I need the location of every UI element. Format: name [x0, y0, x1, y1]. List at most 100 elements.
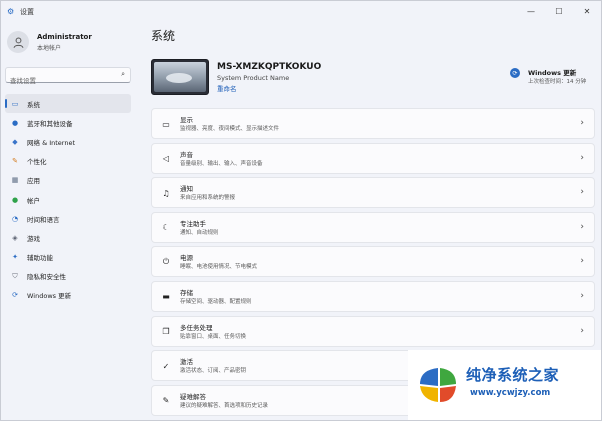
gamepad-icon: ◈ — [12, 233, 18, 242]
card-subtitle: 建议的疑难解答、首选项和历史记录 — [180, 402, 269, 409]
card-title: 通知 — [180, 185, 193, 194]
sidebar-item-label: 蓝牙和其他设备 — [27, 119, 73, 128]
windows-update-icon[interactable]: ⟳ — [510, 68, 520, 78]
network-icon: ◆ — [12, 137, 18, 146]
account-icon: ● — [11, 195, 19, 204]
sidebar-item-bluetooth[interactable]: ● 蓝牙和其他设备 — [5, 113, 131, 132]
title-bar: ⚙ 设置 — ☐ ✕ — [1, 1, 601, 23]
apps-icon: ▦ — [11, 176, 19, 185]
sidebar-item-label: 帐户 — [27, 196, 40, 205]
shield-icon: ⛉ — [12, 271, 18, 280]
card-notifications[interactable]: ♫ 通知 来自应用和系统的警报 › — [151, 177, 595, 209]
sidebar-item-label: 个性化 — [27, 158, 47, 167]
chevron-right-icon: › — [580, 118, 584, 128]
sidebar-item-accounts[interactable]: ● 帐户 — [5, 190, 131, 209]
wrench-icon: ✎ — [162, 396, 170, 406]
sidebar-item-network[interactable]: ◆ 网络 & Internet — [5, 132, 131, 151]
device-header: MS-XMZKQPTKOKUO System Product Name 重命名 … — [151, 59, 591, 99]
update-icon: ⟳ — [12, 291, 18, 300]
multitask-icon: ❐ — [162, 327, 170, 337]
card-sound[interactable]: ◁ 声音 音量级别、输出、输入、声音设备 › — [151, 142, 595, 174]
speaker-icon: ◁ — [162, 154, 170, 164]
windows-update-status: 上次检查时间：14 分钟 — [528, 79, 587, 85]
card-title: 声音 — [180, 150, 193, 159]
device-model: System Product Name — [217, 74, 290, 82]
sidebar-item-system[interactable]: ▭ 系统 — [5, 94, 131, 114]
watermark-url: www.ycwjzy.com — [470, 388, 551, 398]
maximize-button[interactable]: ☐ — [545, 1, 573, 21]
bell-icon: ♫ — [162, 188, 170, 198]
avatar — [7, 31, 29, 53]
page-title: 系统 — [151, 29, 176, 43]
rename-link[interactable]: 重命名 — [217, 83, 237, 93]
card-title: 专注助手 — [180, 219, 206, 228]
sidebar-item-label: 游戏 — [27, 234, 40, 243]
watermark-name: 纯净系统之家 — [466, 366, 560, 384]
monitor-icon: ▭ — [11, 99, 19, 108]
storage-icon: ▬ — [162, 292, 170, 302]
user-profile[interactable]: Administrator 本地帐户 — [7, 31, 127, 59]
card-title: 显示 — [180, 116, 193, 124]
clock-icon: ◔ — [11, 214, 19, 223]
sidebar-item-gaming[interactable]: ◈ 游戏 — [5, 228, 131, 247]
chevron-right-icon: › — [580, 187, 584, 198]
card-focus-assist[interactable]: ☾ 专注助手 通知、自动规则 › — [151, 211, 595, 243]
card-subtitle: 贴靠窗口、桌面、任务切换 — [180, 333, 247, 340]
card-subtitle: 音量级别、输出、输入、声音设备 — [180, 160, 263, 167]
sidebar-item-personalization[interactable]: ✎ 个性化 — [5, 152, 131, 171]
chevron-right-icon: › — [580, 325, 584, 336]
search-icon[interactable]: ⌕ — [121, 70, 125, 79]
search-input[interactable] — [6, 74, 106, 88]
card-title: 存储 — [180, 288, 193, 297]
chevron-right-icon: › — [580, 290, 584, 301]
card-title: 多任务处理 — [180, 323, 213, 332]
brush-icon: ✎ — [12, 157, 18, 166]
check-circle-icon: ✓ — [162, 361, 170, 371]
card-title: 激活 — [180, 358, 193, 367]
card-subtitle: 通知、自动规则 — [180, 229, 219, 236]
card-subtitle: 来自应用和系统的警报 — [180, 195, 236, 202]
card-power[interactable]: ⏻ 电源 睡眠、电池使用情况、节电模式 › — [151, 246, 595, 278]
card-display[interactable]: ▭ 显示 监视器、亮度、夜间模式、显示描述文件 › — [151, 108, 595, 139]
sidebar-item-label: 系统 — [27, 100, 40, 109]
sidebar-item-apps[interactable]: ▦ 应用 — [5, 171, 131, 190]
bluetooth-icon: ● — [11, 118, 19, 127]
sidebar-item-label: 时间和语言 — [27, 215, 60, 224]
minimize-button[interactable]: — — [517, 1, 545, 21]
card-multitasking[interactable]: ❐ 多任务处理 贴靠窗口、桌面、任务切换 › — [151, 315, 595, 347]
settings-window: ⚙ 设置 — ☐ ✕ Administrator 本地帐户 ⌕ ▭ 系统 ● 蓝… — [0, 0, 602, 421]
sidebar-item-label: 网络 & Internet — [27, 138, 76, 147]
card-subtitle: 激活状态、订阅、产品密钥 — [180, 368, 247, 375]
card-title: 电源 — [180, 254, 193, 263]
sidebar-item-windows-update[interactable]: ⟳ Windows 更新 — [5, 286, 131, 305]
sidebar-item-time-language[interactable]: ◔ 时间和语言 — [5, 209, 131, 228]
chevron-right-icon: › — [580, 152, 584, 163]
sidebar-item-privacy[interactable]: ⛉ 隐私和安全性 — [5, 267, 131, 286]
sidebar-item-label: 应用 — [27, 177, 40, 186]
close-button[interactable]: ✕ — [573, 1, 601, 21]
sidebar-item-label: Windows 更新 — [27, 292, 72, 301]
profile-account-type: 本地帐户 — [37, 45, 62, 52]
sidebar-nav: ▭ 系统 ● 蓝牙和其他设备 ◆ 网络 & Internet ✎ 个性化 ▦ 应… — [5, 94, 131, 305]
search-box[interactable]: ⌕ — [5, 67, 131, 88]
windows-update-title[interactable]: Windows 更新 — [528, 67, 576, 77]
profile-name: Administrator — [37, 33, 92, 41]
sidebar-item-label: 隐私和安全性 — [27, 273, 66, 282]
watermark-logo-icon — [420, 368, 456, 402]
accessibility-icon: ✦ — [12, 253, 18, 262]
device-name: MS-XMZKQPTKOKUO — [217, 62, 322, 72]
card-subtitle: 睡眠、电池使用情况、节电模式 — [180, 264, 258, 271]
window-title: 设置 — [20, 8, 34, 16]
card-subtitle: 存储空间、驱动器、配置规则 — [180, 298, 252, 305]
power-icon: ⏻ — [162, 257, 170, 267]
chevron-right-icon: › — [580, 221, 584, 232]
desktop-thumbnail — [151, 59, 209, 95]
sidebar-item-label: 辅助功能 — [27, 254, 53, 263]
sidebar-item-accessibility[interactable]: ✦ 辅助功能 — [5, 248, 131, 267]
user-icon — [13, 37, 23, 48]
settings-app-icon: ⚙ — [7, 7, 15, 16]
watermark: 纯净系统之家 www.ycwjzy.com — [408, 350, 601, 420]
moon-icon: ☾ — [162, 223, 170, 233]
card-storage[interactable]: ▬ 存储 存储空间、驱动器、配置规则 › — [151, 280, 595, 312]
chevron-right-icon: › — [580, 256, 584, 267]
